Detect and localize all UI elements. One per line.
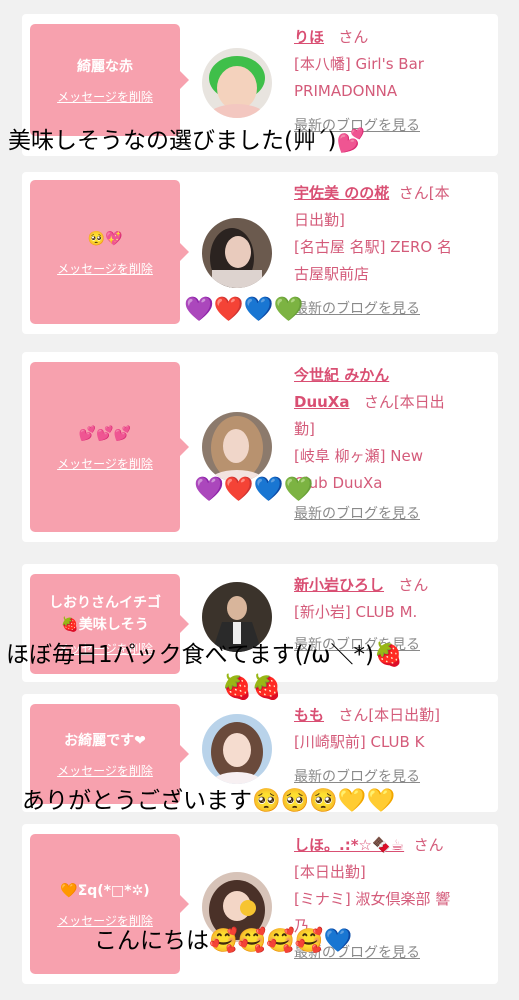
shop-line: [名古屋 名駅] ZERO 名 — [294, 238, 452, 256]
profile-name-link[interactable]: 今世紀 みかん — [294, 362, 389, 389]
shop-line: 日出勤] — [294, 211, 345, 229]
profile-name-link[interactable]: もも — [294, 706, 324, 724]
message-text: 🥺💖 — [87, 230, 123, 247]
overlay-caption: ありがとうございます🥺🥺🥺💛💛 — [22, 788, 396, 814]
honorific: さん — [338, 28, 369, 46]
overlay-caption: 美味しそうなの選びました(艸´)💕 — [8, 128, 366, 154]
avatar[interactable] — [202, 714, 272, 784]
message-text: お綺麗です❤ — [64, 732, 146, 749]
avatar[interactable] — [202, 48, 272, 118]
shop-line: [岐阜 柳ヶ瀬] New — [294, 447, 423, 465]
message-bubble: 💕💕💕 メッセージを削除 — [30, 362, 189, 532]
shop-line: 勤] — [294, 420, 315, 438]
shop-line: [ミナミ] 淑女倶楽部 響 — [294, 890, 451, 908]
message-text: 🍓美味しそう — [61, 616, 149, 633]
profile-name-link[interactable]: りほ — [294, 28, 324, 46]
profile-name-link[interactable]: しほ。.:*☆🍫☕ — [294, 836, 404, 854]
profile-info: りほ さん [本八幡] Girl's Bar PRIMADONNA 最新のブログ… — [294, 24, 490, 140]
message-text: 綺麗な赤 — [77, 58, 133, 75]
delete-message-link[interactable]: メッセージを削除 — [57, 88, 153, 105]
avatar[interactable] — [202, 412, 272, 482]
honorific: さん[本 — [398, 184, 450, 202]
latest-blog-link[interactable]: 最新のブログを見る — [294, 501, 490, 528]
strawberry-sticker: 🍓🍓 — [222, 673, 282, 701]
honorific: さん — [413, 836, 444, 854]
message-text: 💕💕💕 — [78, 425, 132, 442]
shop-line: Club DuuXa — [294, 474, 383, 492]
honorific: さん — [398, 576, 429, 594]
profile-name-link[interactable]: 新小岩ひろし — [294, 576, 384, 594]
profile-info: 今世紀 みかん DuuXa さん[本日出 勤] [岐阜 柳ヶ瀬] New Clu… — [294, 362, 490, 528]
overlay-caption: こんにちは🥰🥰🥰🥰💙 — [94, 928, 353, 954]
honorific: さん[本日出 — [363, 393, 445, 411]
delete-message-link[interactable]: メッセージを削除 — [57, 455, 153, 472]
shop-line: PRIMADONNA — [294, 82, 398, 100]
shop-line: [本日出勤] — [294, 863, 366, 881]
profile-name-link[interactable]: DuuXa — [294, 393, 350, 411]
honorific: さん[本日出勤] — [338, 706, 441, 724]
hearts-sticker: 💜❤️💙💚 — [184, 295, 304, 323]
message-card: 🧡Σq(*□*✲) メッセージを削除 しほ。.:*☆🍫☕ さん [本日出勤] [… — [22, 824, 498, 984]
overlay-caption: ほぼ毎日1パック食べてます(/ω＼*)🍓 — [6, 642, 403, 668]
message-bubble: 綺麗な赤 メッセージを削除 — [30, 24, 189, 136]
delete-message-link[interactable]: メッセージを削除 — [57, 260, 153, 277]
shop-line: [新小岩] CLUB M. — [294, 603, 418, 621]
profile-info: 宇佐美 のの椛 さん[本 日出勤] [名古屋 名駅] ZERO 名 古屋駅前店 … — [294, 180, 490, 323]
delete-message-link[interactable]: メッセージを削除 — [57, 762, 153, 779]
profile-info: もも さん[本日出勤] [川崎駅前] CLUB K 最新のブログを見る — [294, 702, 490, 791]
message-bubble: 🥺💖 メッセージを削除 — [30, 180, 189, 324]
hearts-sticker: 💜❤️💙💚 — [194, 475, 314, 503]
message-card: 💕💕💕 メッセージを削除 今世紀 みかん DuuXa さん[本日出 勤] [岐阜… — [22, 352, 498, 542]
latest-blog-link[interactable]: 最新のブログを見る — [294, 296, 490, 323]
shop-line: [本八幡] Girl's Bar — [294, 55, 424, 73]
avatar[interactable] — [202, 218, 272, 288]
shop-line: 古屋駅前店 — [294, 265, 370, 283]
shop-line: [川崎駅前] CLUB K — [294, 733, 425, 751]
message-text: しおりさんイチゴ — [49, 594, 161, 611]
message-text: 🧡Σq(*□*✲) — [60, 882, 150, 899]
profile-name-link[interactable]: 宇佐美 のの椛 — [294, 184, 389, 202]
